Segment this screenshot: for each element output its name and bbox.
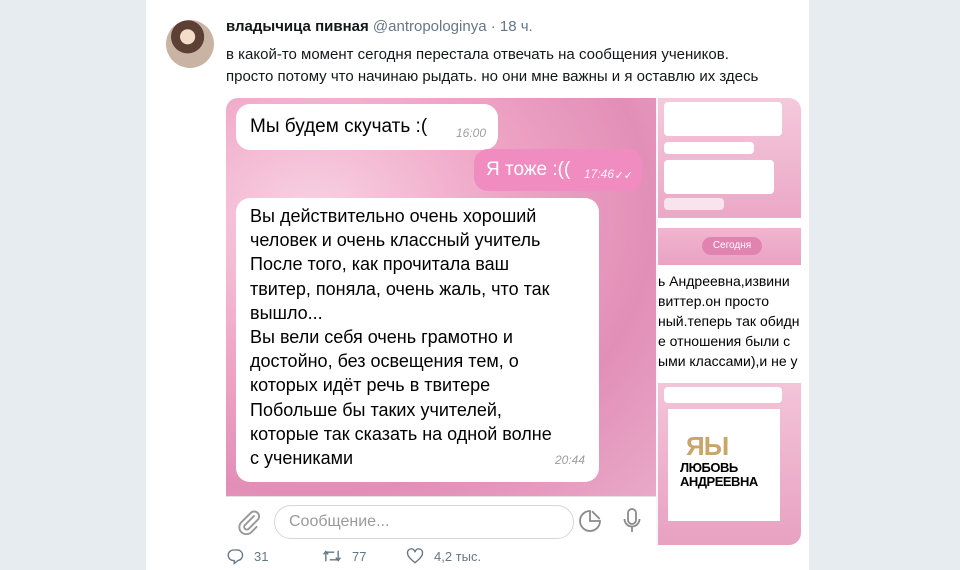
tweet-text: в какой-то момент сегодня перестала отве…: [226, 44, 801, 88]
message-line: Побольше бы таких учителей,: [250, 399, 502, 420]
sticker-logo-mark: ЯЫ: [686, 431, 729, 461]
today-label: Сегодня: [702, 237, 762, 255]
read-checkmarks-icon: ✓✓: [614, 170, 633, 182]
tweet-text-line: просто потому что начинаю рыдать. но они…: [226, 68, 759, 85]
incoming-message: Мы будем скучать :( 16:00: [236, 104, 498, 150]
message-text: Мы будем скучать :(: [250, 116, 428, 137]
display-name[interactable]: владычица пивная: [226, 18, 369, 35]
retweet-icon: [322, 550, 342, 562]
like-count: 4,2 тыс.: [434, 548, 482, 564]
message-text: Я тоже :((: [486, 159, 571, 180]
cropped-message-strip: ь Андреевна,извини виттер.он просто ный.…: [658, 265, 801, 383]
tweet-header: владычица пивная @antropologinya · 18 ч.: [226, 18, 533, 35]
right-screenshots-column: Сегодня ь Андреевна,извини виттер.он про…: [658, 98, 801, 545]
strip-line: ь Андреевна,извини: [658, 273, 790, 289]
strip-line: е отношения были с: [658, 333, 791, 349]
sticker-logo-text: ЛЮБОВЬ АНДРЕЕВНА: [680, 460, 758, 489]
strip-line: виттер.он просто: [658, 293, 769, 309]
outgoing-message: Я тоже :(( 17:46 ✓✓: [474, 149, 642, 191]
message-line: которых идёт речь в твитере: [250, 375, 491, 396]
message-line: вышло...: [250, 302, 323, 323]
reply-button[interactable]: 31: [226, 545, 268, 567]
mini-message: [664, 387, 782, 403]
message-time: 20:44: [554, 452, 585, 467]
separator-dot: ·: [490, 18, 496, 35]
message-time: 16:00: [455, 126, 486, 140]
message-time: 17:46: [583, 167, 614, 181]
message-line: достойно, без освещения тем, о: [250, 351, 519, 372]
strip-line: ыми классами),и не у к: [658, 353, 801, 369]
heart-icon: [406, 548, 424, 564]
avatar[interactable]: [166, 20, 214, 68]
user-handle[interactable]: @antropologinya: [373, 18, 487, 35]
retweet-count: 77: [352, 548, 367, 564]
reply-count: 31: [254, 548, 269, 564]
message-line: твитер, поняла, очень жаль, что так: [250, 278, 550, 299]
reply-icon: [227, 549, 244, 565]
date-divider: Сегодня: [658, 228, 801, 265]
tweet-card: владычица пивная @antropologinya · 18 ч.…: [145, 0, 810, 570]
message-line: После того, как прочитала ваш: [250, 254, 510, 275]
message-line: Вы действительно очень хороший: [250, 206, 537, 226]
microphone-icon: [623, 508, 641, 532]
retweet-button[interactable]: 77: [322, 545, 366, 567]
message-line: которые так сказать на одной волне: [250, 423, 552, 444]
message-input: Сообщение...: [274, 505, 574, 539]
mini-input-bar: [658, 218, 801, 228]
sticker-card: ЯЫ ЛЮБОВЬ АНДРЕЕВНА: [668, 409, 780, 521]
message-line: с учениками: [250, 448, 354, 469]
message-input-bar: Сообщение...: [226, 496, 656, 545]
mini-sticker-screenshot: ЯЫ ЛЮБОВЬ АНДРЕЕВНА: [658, 383, 801, 545]
chat-screenshot: Мы будем скучать :( 16:00 Я тоже :(( 17:…: [226, 98, 656, 496]
mini-message: [664, 142, 754, 154]
tweet-actions: 31 77 4,2 тыс.: [226, 545, 626, 567]
message-line: человек и очень классный учитель: [250, 230, 541, 251]
strip-line: ный.теперь так обидн: [658, 313, 800, 329]
mini-message: [664, 160, 774, 194]
mini-chat-screenshot: [658, 98, 801, 228]
mini-message: [664, 198, 724, 210]
tweet-media[interactable]: Мы будем скучать :( 16:00 Я тоже :(( 17:…: [226, 98, 801, 545]
sticker-icon: [579, 510, 601, 532]
tweet-text-line: в какой-то момент сегодня перестала отве…: [226, 46, 729, 63]
message-line: Вы вели себя очень грамотно и: [250, 327, 513, 348]
like-button[interactable]: 4,2 тыс.: [406, 545, 481, 567]
tweet-timestamp[interactable]: 18 ч.: [500, 18, 533, 35]
paperclip-icon: [238, 510, 261, 535]
incoming-message: Вы действительно очень хороший человек и…: [236, 198, 599, 482]
mini-message: [664, 102, 782, 136]
